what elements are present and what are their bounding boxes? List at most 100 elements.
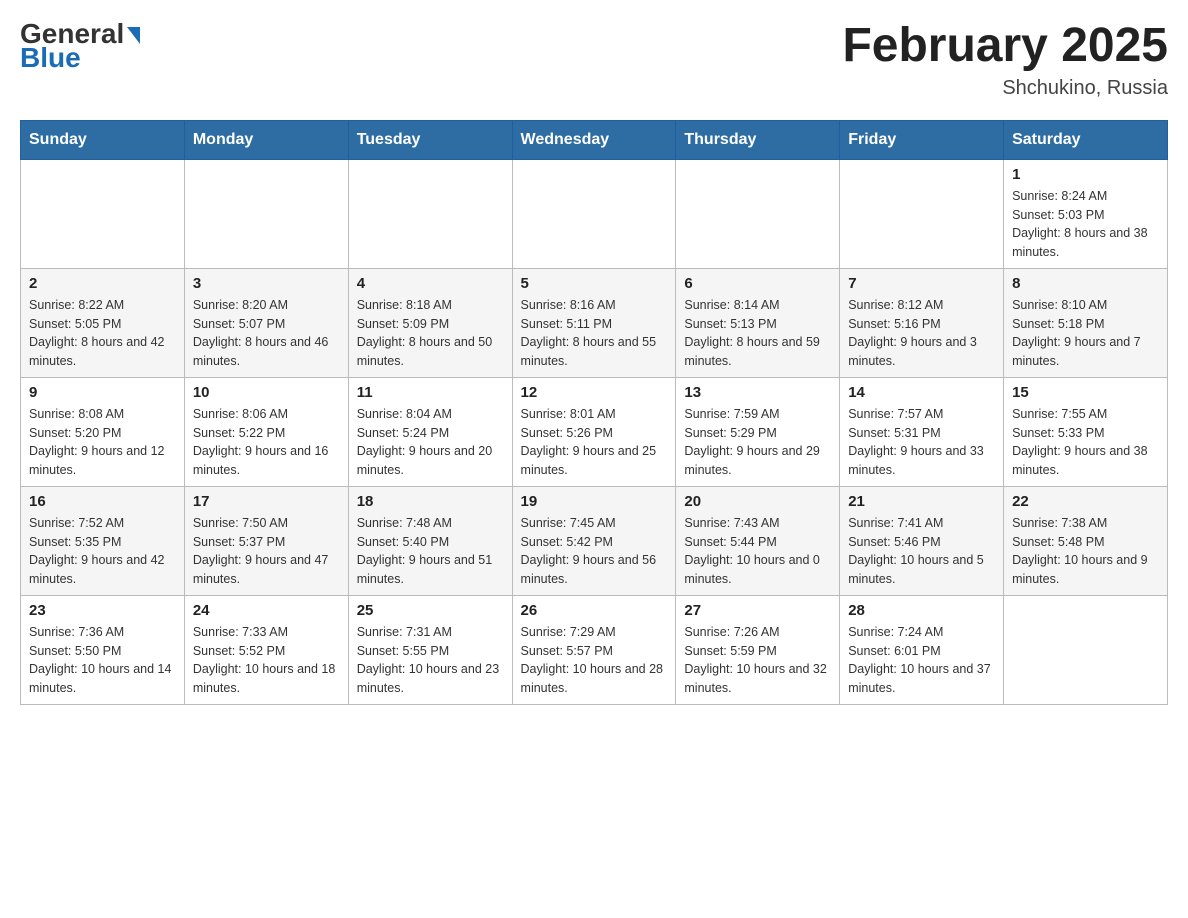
col-wednesday: Wednesday [512, 120, 676, 159]
calendar-cell: 2 Sunrise: 8:22 AMSunset: 5:05 PMDaylight… [21, 268, 185, 377]
calendar-cell: 8 Sunrise: 8:10 AMSunset: 5:18 PMDaylight… [1004, 268, 1168, 377]
calendar-table: Sunday Monday Tuesday Wednesday Thursday… [20, 120, 1168, 705]
day-info: Sunrise: 8:01 AMSunset: 5:26 PMDaylight:… [521, 405, 668, 480]
day-number: 23 [29, 602, 176, 619]
calendar-cell: 20 Sunrise: 7:43 AMSunset: 5:44 PMDayligh… [676, 486, 840, 595]
day-info: Sunrise: 7:36 AMSunset: 5:50 PMDaylight:… [29, 623, 176, 698]
calendar-header-row: Sunday Monday Tuesday Wednesday Thursday… [21, 120, 1168, 159]
calendar-cell: 17 Sunrise: 7:50 AMSunset: 5:37 PMDayligh… [184, 486, 348, 595]
day-info: Sunrise: 7:50 AMSunset: 5:37 PMDaylight:… [193, 514, 340, 589]
calendar-cell: 24 Sunrise: 7:33 AMSunset: 5:52 PMDayligh… [184, 595, 348, 704]
day-number: 22 [1012, 493, 1159, 510]
day-info: Sunrise: 7:29 AMSunset: 5:57 PMDaylight:… [521, 623, 668, 698]
day-number: 13 [684, 384, 831, 401]
day-info: Sunrise: 8:18 AMSunset: 5:09 PMDaylight:… [357, 296, 504, 371]
day-info: Sunrise: 8:08 AMSunset: 5:20 PMDaylight:… [29, 405, 176, 480]
calendar-cell [676, 159, 840, 268]
calendar-cell: 22 Sunrise: 7:38 AMSunset: 5:48 PMDayligh… [1004, 486, 1168, 595]
col-saturday: Saturday [1004, 120, 1168, 159]
calendar-week-row: 2 Sunrise: 8:22 AMSunset: 5:05 PMDaylight… [21, 268, 1168, 377]
calendar-week-row: 1Sunrise: 8:24 AMSunset: 5:03 PMDaylight… [21, 159, 1168, 268]
calendar-cell [1004, 595, 1168, 704]
calendar-cell: 26Sunrise: 7:29 AMSunset: 5:57 PMDayligh… [512, 595, 676, 704]
day-number: 25 [357, 602, 504, 619]
col-sunday: Sunday [21, 120, 185, 159]
month-year-title: February 2025 [842, 20, 1168, 73]
day-info: Sunrise: 7:41 AMSunset: 5:46 PMDaylight:… [848, 514, 995, 589]
calendar-cell: 5 Sunrise: 8:16 AMSunset: 5:11 PMDaylight… [512, 268, 676, 377]
location-subtitle: Shchukino, Russia [842, 77, 1168, 100]
day-info: Sunrise: 7:38 AMSunset: 5:48 PMDaylight:… [1012, 514, 1159, 589]
day-number: 15 [1012, 384, 1159, 401]
day-info: Sunrise: 7:26 AMSunset: 5:59 PMDaylight:… [684, 623, 831, 698]
day-number: 24 [193, 602, 340, 619]
calendar-cell: 21Sunrise: 7:41 AMSunset: 5:46 PMDayligh… [840, 486, 1004, 595]
logo: General Blue [20, 20, 140, 72]
day-number: 17 [193, 493, 340, 510]
day-number: 2 [29, 275, 176, 292]
day-number: 16 [29, 493, 176, 510]
calendar-cell [348, 159, 512, 268]
day-number: 4 [357, 275, 504, 292]
day-info: Sunrise: 8:12 AMSunset: 5:16 PMDaylight:… [848, 296, 995, 371]
day-info: Sunrise: 8:14 AMSunset: 5:13 PMDaylight:… [684, 296, 831, 371]
page-header: General Blue February 2025 Shchukino, Ru… [20, 20, 1168, 100]
day-info: Sunrise: 7:43 AMSunset: 5:44 PMDaylight:… [684, 514, 831, 589]
day-number: 6 [684, 275, 831, 292]
day-info: Sunrise: 7:57 AMSunset: 5:31 PMDaylight:… [848, 405, 995, 480]
calendar-cell: 14 Sunrise: 7:57 AMSunset: 5:31 PMDayligh… [840, 377, 1004, 486]
day-number: 7 [848, 275, 995, 292]
day-info: Sunrise: 7:55 AMSunset: 5:33 PMDaylight:… [1012, 405, 1159, 480]
calendar-cell: 19 Sunrise: 7:45 AMSunset: 5:42 PMDayligh… [512, 486, 676, 595]
day-info: Sunrise: 7:45 AMSunset: 5:42 PMDaylight:… [521, 514, 668, 589]
calendar-cell: 3 Sunrise: 8:20 AMSunset: 5:07 PMDaylight… [184, 268, 348, 377]
calendar-cell: 12 Sunrise: 8:01 AMSunset: 5:26 PMDayligh… [512, 377, 676, 486]
day-number: 20 [684, 493, 831, 510]
day-number: 9 [29, 384, 176, 401]
calendar-cell [512, 159, 676, 268]
calendar-cell: 23 Sunrise: 7:36 AMSunset: 5:50 PMDayligh… [21, 595, 185, 704]
day-info: Sunrise: 8:20 AMSunset: 5:07 PMDaylight:… [193, 296, 340, 371]
logo-blue-text: Blue [20, 44, 140, 72]
day-number: 1 [1012, 166, 1159, 183]
day-info: Sunrise: 7:48 AMSunset: 5:40 PMDaylight:… [357, 514, 504, 589]
calendar-cell: 28 Sunrise: 7:24 AMSunset: 6:01 PMDayligh… [840, 595, 1004, 704]
calendar-cell: 9 Sunrise: 8:08 AMSunset: 5:20 PMDaylight… [21, 377, 185, 486]
col-friday: Friday [840, 120, 1004, 159]
calendar-cell: 1Sunrise: 8:24 AMSunset: 5:03 PMDaylight… [1004, 159, 1168, 268]
day-number: 12 [521, 384, 668, 401]
day-number: 11 [357, 384, 504, 401]
col-thursday: Thursday [676, 120, 840, 159]
day-info: Sunrise: 8:16 AMSunset: 5:11 PMDaylight:… [521, 296, 668, 371]
day-info: Sunrise: 7:24 AMSunset: 6:01 PMDaylight:… [848, 623, 995, 698]
calendar-week-row: 23 Sunrise: 7:36 AMSunset: 5:50 PMDayligh… [21, 595, 1168, 704]
day-number: 3 [193, 275, 340, 292]
calendar-cell: 4 Sunrise: 8:18 AMSunset: 5:09 PMDaylight… [348, 268, 512, 377]
calendar-week-row: 9 Sunrise: 8:08 AMSunset: 5:20 PMDaylight… [21, 377, 1168, 486]
day-info: Sunrise: 8:10 AMSunset: 5:18 PMDaylight:… [1012, 296, 1159, 371]
calendar-cell: 16Sunrise: 7:52 AMSunset: 5:35 PMDayligh… [21, 486, 185, 595]
calendar-cell [184, 159, 348, 268]
day-number: 28 [848, 602, 995, 619]
day-info: Sunrise: 8:06 AMSunset: 5:22 PMDaylight:… [193, 405, 340, 480]
day-number: 8 [1012, 275, 1159, 292]
col-tuesday: Tuesday [348, 120, 512, 159]
day-number: 18 [357, 493, 504, 510]
calendar-cell: 18 Sunrise: 7:48 AMSunset: 5:40 PMDayligh… [348, 486, 512, 595]
calendar-cell: 25Sunrise: 7:31 AMSunset: 5:55 PMDayligh… [348, 595, 512, 704]
logo-arrow-icon [127, 27, 140, 44]
col-monday: Monday [184, 120, 348, 159]
day-number: 5 [521, 275, 668, 292]
day-info: Sunrise: 7:33 AMSunset: 5:52 PMDaylight:… [193, 623, 340, 698]
calendar-cell: 7 Sunrise: 8:12 AMSunset: 5:16 PMDaylight… [840, 268, 1004, 377]
day-number: 14 [848, 384, 995, 401]
title-block: February 2025 Shchukino, Russia [842, 20, 1168, 100]
calendar-cell: 15 Sunrise: 7:55 AMSunset: 5:33 PMDayligh… [1004, 377, 1168, 486]
calendar-cell [840, 159, 1004, 268]
calendar-cell: 13Sunrise: 7:59 AMSunset: 5:29 PMDayligh… [676, 377, 840, 486]
day-info: Sunrise: 8:22 AMSunset: 5:05 PMDaylight:… [29, 296, 176, 371]
day-number: 19 [521, 493, 668, 510]
calendar-cell [21, 159, 185, 268]
calendar-week-row: 16Sunrise: 7:52 AMSunset: 5:35 PMDayligh… [21, 486, 1168, 595]
day-number: 27 [684, 602, 831, 619]
